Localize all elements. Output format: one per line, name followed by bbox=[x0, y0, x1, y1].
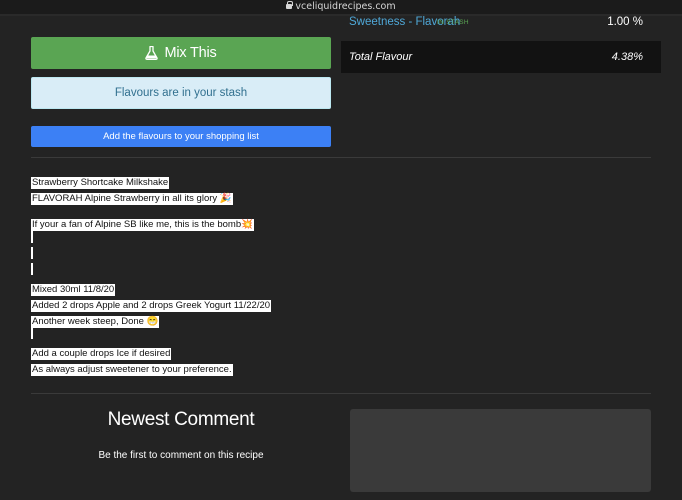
add-to-shopping-list-button[interactable]: Add the flavours to your shopping list bbox=[31, 126, 331, 147]
description-line-blank bbox=[31, 263, 33, 275]
description-line: Strawberry Shortcake Milkshake bbox=[31, 177, 170, 189]
flavour-row: Sweetness - Flavorah IN STASH 1.00 % bbox=[341, 14, 661, 34]
description-line-blank bbox=[31, 231, 33, 243]
url-display[interactable]: vceliquidrecipes.com bbox=[0, 0, 682, 14]
flask-icon bbox=[145, 46, 159, 60]
shopping-list-label: Add the flavours to your shopping list bbox=[103, 131, 259, 142]
browser-url-bar[interactable]: vceliquidrecipes.com bbox=[0, 0, 682, 14]
description-line: Added 2 drops Apple and 2 drops Greek Yo… bbox=[31, 300, 272, 312]
stash-info-text: Flavours are in your stash bbox=[114, 87, 248, 99]
mix-this-label: Mix This bbox=[164, 45, 217, 61]
total-flavour-label: Total Flavour bbox=[349, 51, 413, 63]
in-stash-badge: IN STASH bbox=[437, 19, 469, 26]
comment-input-area[interactable] bbox=[350, 409, 651, 492]
description-line-blank bbox=[31, 247, 33, 259]
description-line: FLAVORAH Alpine Strawberry in all its gl… bbox=[31, 193, 233, 205]
url-text: vceliquidrecipes.com bbox=[295, 1, 396, 12]
description-line-blank bbox=[31, 327, 33, 339]
lock-icon bbox=[286, 1, 294, 9]
flavour-percent: 1.00 % bbox=[607, 16, 643, 28]
description-line: Mixed 30ml 11/8/20 bbox=[31, 284, 116, 296]
description-line: As always adjust sweetener to your prefe… bbox=[31, 364, 233, 376]
total-flavour-percent: 4.38% bbox=[611, 51, 643, 63]
description-line: Another week steep, Done 😁 bbox=[31, 316, 160, 328]
section-divider bbox=[31, 393, 651, 394]
no-comments-text: Be the first to comment on this recipe bbox=[98, 450, 264, 461]
section-divider bbox=[31, 157, 651, 158]
description-line: If your a fan of Alpine SB like me, this… bbox=[31, 219, 254, 231]
description-line: Add a couple drops Ice if desired bbox=[31, 348, 172, 360]
total-flavour-row: Total Flavour 4.38% bbox=[341, 41, 661, 73]
newest-comment-heading: Newest Comment bbox=[107, 409, 255, 430]
mix-this-button[interactable]: Mix This bbox=[31, 37, 331, 69]
stash-info-alert: Flavours are in your stash bbox=[31, 77, 331, 109]
